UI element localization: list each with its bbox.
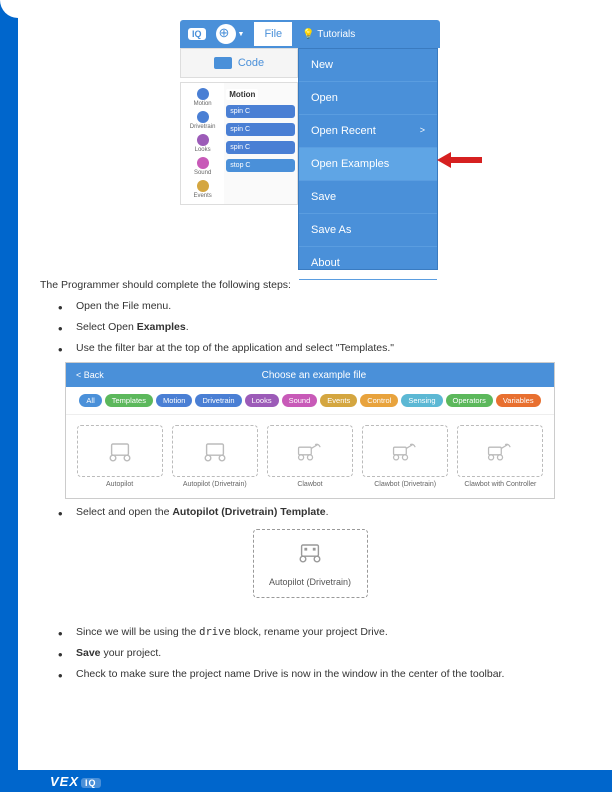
footer-curve — [18, 750, 612, 770]
filter-motion[interactable]: Motion — [156, 394, 193, 407]
code-block[interactable]: spin C — [226, 141, 295, 154]
category-events[interactable]: Events — [181, 178, 224, 201]
filter-looks[interactable]: Looks — [245, 394, 279, 407]
screenshot-file-menu: IQ ▼ File Tutorials Code MotionDrivetrai… — [180, 20, 440, 270]
iq-logo: IQ — [188, 28, 206, 40]
filter-sound[interactable]: Sound — [282, 394, 318, 407]
template-grid: AutopilotAutopilot (Drivetrain)ClawbotCl… — [66, 415, 554, 498]
code-block[interactable]: spin C — [226, 105, 295, 118]
menu-item-save[interactable]: Save — [299, 181, 437, 214]
back-button[interactable]: < Back — [66, 370, 114, 380]
autopilot-template-card[interactable]: Autopilot (Drivetrain) — [253, 529, 368, 598]
app-toolbar: IQ ▼ File Tutorials — [180, 20, 440, 48]
screenshot-example-chooser: < Back Choose an example file All Templat… — [65, 362, 555, 499]
category-looks[interactable]: Looks — [181, 132, 224, 155]
tutorials-tab[interactable]: Tutorials — [302, 29, 355, 40]
category-motion[interactable]: Motion — [181, 86, 224, 109]
menu-item-about[interactable]: About — [299, 247, 437, 280]
filter-bar: All TemplatesMotionDrivetrain LooksSoundEv… — [66, 387, 554, 415]
block-palette: MotionDrivetrainLooksSoundEvents Motion … — [180, 82, 298, 205]
filter-all[interactable]: All — [79, 394, 101, 407]
page-left-border — [0, 0, 18, 792]
filter-templates[interactable]: Templates — [105, 394, 153, 407]
page-content: IQ ▼ File Tutorials Code MotionDrivetrai… — [40, 20, 580, 688]
intro-text: The Programmer should complete the follo… — [40, 278, 580, 293]
code-block[interactable]: stop C — [226, 159, 295, 172]
menu-item-open-recent[interactable]: Open Recent> — [299, 115, 437, 148]
category-sound[interactable]: Sound — [181, 155, 224, 178]
filter-control[interactable]: Control — [360, 394, 398, 407]
template-card[interactable]: Autopilot (Drivetrain) — [172, 425, 258, 488]
filter-events[interactable]: Events — [320, 394, 357, 407]
globe-icon[interactable] — [216, 24, 236, 44]
step-filter-templates: Use the filter bar at the top of the app… — [58, 341, 580, 356]
menu-item-new[interactable]: New — [299, 49, 437, 82]
menu-item-save-as[interactable]: Save As — [299, 214, 437, 247]
step-save: Save your project. — [58, 646, 580, 661]
step-rename-drive: Since we will be using the drive block, … — [58, 625, 580, 640]
vex-logo: VEXIQ — [50, 774, 101, 789]
template-card[interactable]: Autopilot — [77, 425, 163, 488]
filter-drivetrain[interactable]: Drivetrain — [195, 394, 241, 407]
card-name: Autopilot (Drivetrain) — [264, 577, 357, 587]
chevron-down-icon[interactable]: ▼ — [238, 31, 245, 38]
category-drivetrain[interactable]: Drivetrain — [181, 109, 224, 132]
menu-item-open[interactable]: Open — [299, 82, 437, 115]
code-block[interactable]: spin C — [226, 123, 295, 136]
code-tab[interactable]: Code — [180, 48, 298, 78]
template-card[interactable]: Clawbot with Controller — [457, 425, 543, 488]
highlight-arrow-icon — [437, 152, 482, 168]
file-menu-tab[interactable]: File — [254, 22, 292, 46]
chooser-title: Choose an example file — [114, 370, 554, 381]
file-dropdown-menu: NewOpenOpen Recent>Open ExamplesSaveSave… — [298, 48, 438, 270]
filter-operators[interactable]: Operators — [446, 394, 493, 407]
template-card[interactable]: Clawbot (Drivetrain) — [362, 425, 448, 488]
step-check-name: Check to make sure the project name Driv… — [58, 667, 580, 682]
step-select-autopilot: Select and open the Autopilot (Drivetrai… — [58, 505, 580, 520]
robot-icon — [264, 540, 357, 571]
step-select-examples: Select Open Examples. — [58, 320, 580, 335]
screenshot-autopilot-card: Autopilot (Drivetrain) — [253, 529, 368, 617]
motion-category-label: Motion — [226, 89, 258, 100]
filter-variables[interactable]: Variables — [496, 394, 541, 407]
step-open-file: Open the File menu. — [58, 299, 580, 314]
menu-item-open-examples[interactable]: Open Examples — [299, 148, 437, 181]
template-card[interactable]: Clawbot — [267, 425, 353, 488]
filter-sensing[interactable]: Sensing — [401, 394, 442, 407]
